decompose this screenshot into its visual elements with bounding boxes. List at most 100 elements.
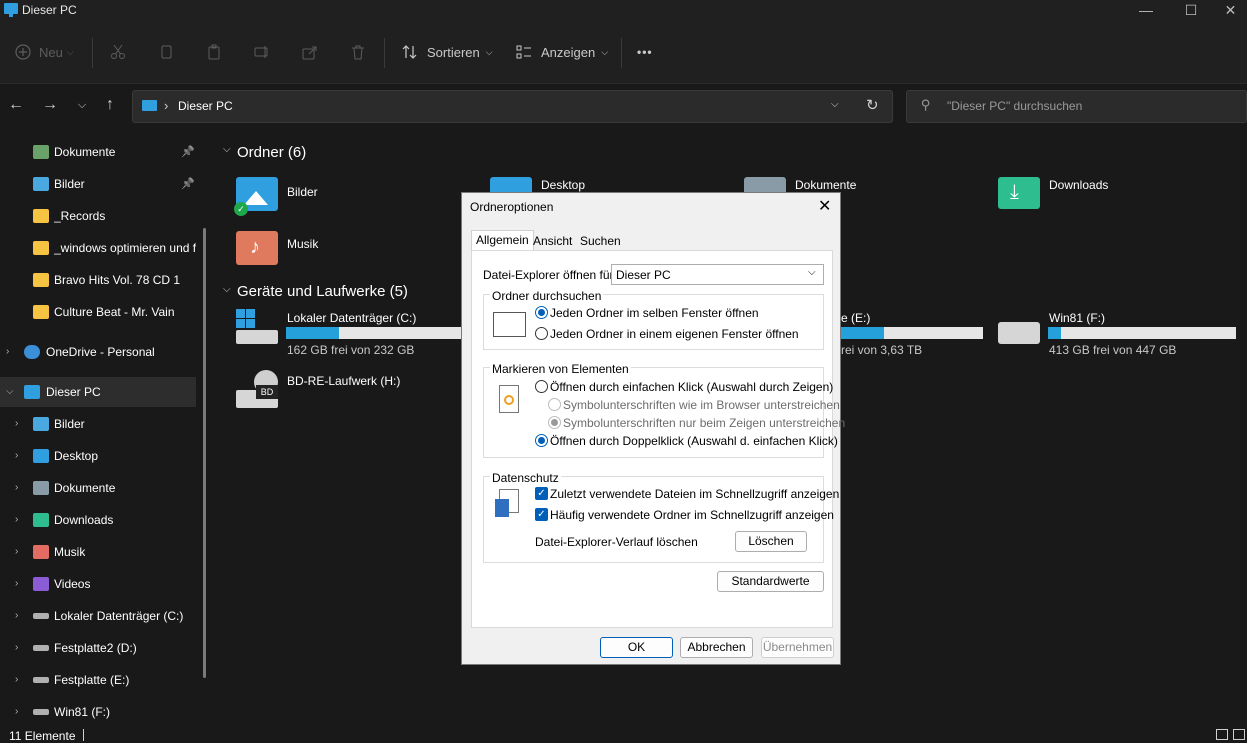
refresh-icon[interactable]: ↻ (866, 96, 879, 114)
navigation-pane: Dokumente 📌 Bilder 📌 _Records _windows optimi… (0, 128, 214, 725)
chevron-right-icon[interactable]: › (15, 450, 18, 461)
sidebar-item[interactable]: › Bilder (0, 409, 196, 439)
radio-same-window[interactable] (535, 306, 548, 319)
address-bar[interactable]: › Dieser PC ⌵ ↻ (132, 90, 893, 123)
pictures-icon (33, 177, 49, 191)
chevron-down-icon[interactable]: ⌵ (831, 99, 839, 110)
delete-button[interactable] (350, 37, 366, 67)
open-for-select[interactable]: Dieser PC ⌵ (611, 264, 824, 285)
folder-label: Bilder (287, 185, 318, 199)
sidebar-item[interactable]: › Desktop (0, 441, 196, 471)
drives-section-header[interactable]: Geräte und Laufwerke (5) (237, 283, 408, 300)
sidebar-item[interactable]: Culture Beat - Mr. Vain (0, 297, 196, 327)
tab-search[interactable]: Suchen (576, 232, 625, 252)
up-button[interactable]: ↑ (99, 94, 121, 116)
tab-view[interactable]: Ansicht (529, 232, 576, 252)
chevron-right-icon[interactable]: › (15, 610, 18, 621)
sidebar-item[interactable]: › Videos (0, 569, 196, 599)
view-button[interactable]: Anzeigen ⌵ (516, 37, 608, 67)
sidebar-item[interactable]: › Musik (0, 537, 196, 567)
chevron-down-icon[interactable]: ⌵ (6, 386, 14, 397)
chevron-right-icon[interactable]: › (15, 578, 18, 589)
downloads-icon (998, 177, 1040, 209)
chevron-down-icon[interactable]: ⌵ (223, 144, 231, 155)
sidebar-item[interactable]: › Festplatte (E:) (0, 665, 196, 695)
more-options-button[interactable]: ••• (637, 37, 653, 67)
folder-item[interactable]: ⤓ Downloads (998, 175, 1228, 219)
chevron-down-icon[interactable]: ⌵ (223, 284, 231, 295)
sidebar-item[interactable]: › Lokaler Datenträger (C:) (0, 601, 196, 631)
search-box[interactable]: ⚲ "Dieser PC" durchsuchen (906, 90, 1247, 123)
sidebar-item[interactable]: › Festplatte2 (D:) (0, 633, 196, 663)
minimize-button[interactable]: — (1123, 0, 1169, 22)
sidebar-item[interactable]: › Downloads (0, 505, 196, 535)
this-pc-icon (24, 385, 40, 399)
folders-section-header[interactable]: Ordner (6) (237, 144, 306, 161)
radio-single-click[interactable] (535, 380, 548, 393)
sidebar-item[interactable]: Bilder 📌 (0, 169, 196, 199)
paste-button[interactable] (206, 37, 222, 67)
clear-history-button[interactable]: Löschen (735, 531, 807, 552)
details-view-icon[interactable] (1216, 729, 1228, 740)
chevron-right-icon[interactable]: › (15, 418, 18, 429)
sidebar-scrollbar[interactable] (203, 228, 206, 678)
radio-double-click[interactable] (535, 434, 548, 447)
radio-new-window[interactable] (535, 327, 548, 340)
share-button[interactable] (302, 37, 318, 67)
maximize-button[interactable]: ☐ (1168, 0, 1214, 22)
sort-button[interactable]: Sortieren ⌵ (402, 37, 493, 67)
back-button[interactable]: ← (5, 94, 27, 116)
chevron-right-icon[interactable]: › (15, 546, 18, 557)
tiles-view-icon[interactable] (1233, 729, 1245, 740)
this-pc-icon (142, 100, 157, 111)
sidebar-item[interactable]: › Dokumente (0, 473, 196, 503)
chevron-right-icon[interactable]: › (6, 346, 9, 357)
rename-button[interactable] (254, 37, 270, 67)
radio-label: Symbolunterschriften nur beim Zeigen unt… (563, 416, 846, 430)
cancel-button[interactable]: Abbrechen (680, 637, 753, 658)
drive-item[interactable]: Win81 (F:) 413 GB frei von 447 GB (998, 309, 1238, 357)
sidebar-item-label: Bravo Hits Vol. 78 CD 1 (54, 273, 181, 287)
radio-underline-hover[interactable] (548, 416, 561, 429)
chevron-down-icon: ⌵ (485, 46, 493, 57)
sidebar-item[interactable]: › Win81 (F:) (0, 697, 196, 727)
new-button[interactable]: Neu ⌵ (15, 37, 74, 67)
cut-button[interactable] (110, 37, 126, 67)
drive-item[interactable]: Lokaler Datenträger (C:) 162 GB frei von… (236, 309, 461, 357)
sidebar-item[interactable]: _windows optimieren und f (0, 233, 196, 263)
chevron-right-icon[interactable]: › (15, 482, 18, 493)
sidebar-item[interactable]: ⌵ Dieser PC (0, 377, 196, 407)
checkbox-recent-files[interactable]: ✓ (535, 487, 548, 500)
checkbox-frequent-folders[interactable]: ✓ (535, 508, 548, 521)
drive-free-space: rei von 3,63 TB (841, 343, 923, 357)
folder-item[interactable]: ♪ Musik (236, 231, 466, 271)
divider (384, 38, 385, 68)
recent-locations-button[interactable]: ⌵ (71, 94, 93, 116)
onedrive-icon (24, 345, 40, 359)
tab-general[interactable]: Allgemein (471, 230, 534, 252)
apply-button[interactable]: Übernehmen (761, 637, 834, 658)
bd-badge: BD (256, 385, 278, 399)
forward-button[interactable]: → (39, 94, 61, 116)
copy-button[interactable] (158, 37, 174, 67)
sidebar-item[interactable]: Bravo Hits Vol. 78 CD 1 (0, 265, 196, 295)
chevron-right-icon[interactable]: › (15, 642, 18, 653)
chevron-right-icon[interactable]: › (15, 706, 18, 717)
chevron-right-icon[interactable]: › (15, 514, 18, 525)
close-button[interactable]: ✕ (1214, 0, 1247, 22)
breadcrumb-item[interactable]: Dieser PC (178, 99, 233, 113)
sidebar-item[interactable]: › OneDrive - Personal (0, 337, 196, 367)
dialog-close-button[interactable]: ✕ (818, 196, 831, 216)
restore-defaults-button[interactable]: Standardwerte (717, 571, 824, 592)
drive-item[interactable]: BD BD-RE-Laufwerk (H:) (236, 370, 461, 412)
plus-circle-icon (15, 44, 31, 60)
drive-item[interactable]: e (E:) rei von 3,63 TB (841, 309, 983, 357)
pictures-icon (33, 417, 49, 431)
folder-item[interactable]: ✓ Bilder (234, 175, 466, 219)
sidebar-item[interactable]: Dokumente 📌 (0, 137, 196, 167)
chevron-right-icon[interactable]: › (15, 674, 18, 685)
radio-underline-browser[interactable] (548, 398, 561, 411)
sidebar-item[interactable]: _Records (0, 201, 196, 231)
drive-free-space: 162 GB frei von 232 GB (287, 343, 415, 357)
ok-button[interactable]: OK (600, 637, 673, 658)
